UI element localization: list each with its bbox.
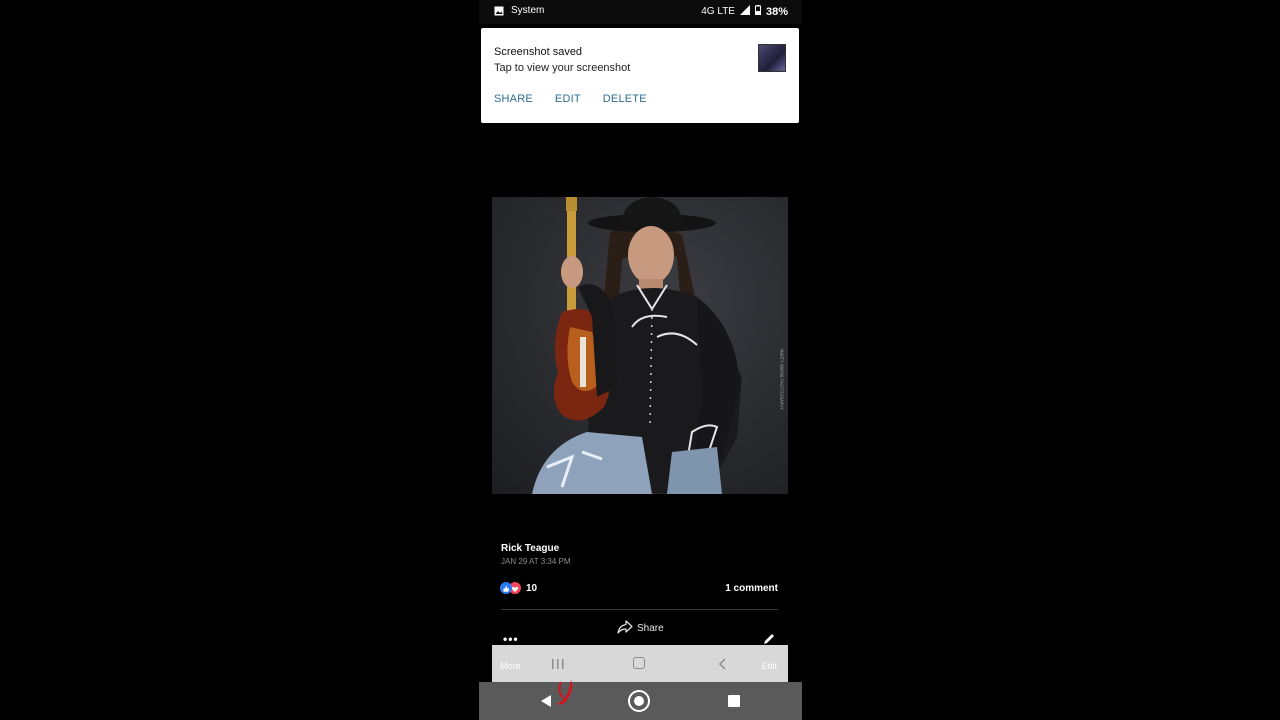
recents-lines-icon[interactable] bbox=[551, 657, 565, 669]
post-timestamp: JAN 29 AT 3:34 PM bbox=[501, 557, 571, 566]
photo-watermark: MARTY WAYNE PHOTOGRAPHY bbox=[779, 349, 784, 410]
share-button[interactable]: Share bbox=[617, 620, 664, 637]
like-reaction-icon bbox=[500, 582, 512, 594]
share-action-button[interactable]: SHARE bbox=[494, 93, 533, 105]
status-app-label: System bbox=[511, 5, 545, 16]
reactions-summary[interactable]: 10 bbox=[500, 582, 537, 594]
reaction-count: 10 bbox=[526, 582, 538, 594]
share-label: Share bbox=[637, 623, 664, 634]
home-circle-icon[interactable] bbox=[628, 690, 650, 712]
status-right: 4G LTE 38% bbox=[701, 5, 788, 18]
back-chevron-icon[interactable] bbox=[718, 657, 728, 670]
back-triangle-icon[interactable] bbox=[539, 694, 553, 708]
notification-title: Screenshot saved bbox=[494, 46, 583, 58]
red-swoosh-logo-icon bbox=[553, 678, 577, 708]
system-navigation-bar bbox=[479, 682, 802, 720]
battery-icon bbox=[754, 5, 761, 18]
phone-screen: System 4G LTE 38% Screenshot saved Tap t… bbox=[479, 0, 802, 720]
signal-icon bbox=[739, 5, 750, 18]
battery-percent: 38% bbox=[765, 5, 788, 18]
pencil-icon[interactable] bbox=[762, 632, 776, 646]
notification-actions: SHARE EDIT DELETE bbox=[494, 93, 647, 105]
post-author[interactable]: Rick Teague bbox=[501, 543, 559, 554]
notification-subtitle: Tap to view your screenshot bbox=[494, 62, 631, 74]
screenshot-notification[interactable]: Screenshot saved Tap to view your screen… bbox=[481, 28, 799, 123]
more-dots-icon[interactable]: ••• bbox=[503, 632, 519, 646]
edit-action-button[interactable]: EDIT bbox=[555, 93, 581, 105]
share-arrow-icon bbox=[617, 620, 633, 637]
network-label: 4G LTE bbox=[701, 6, 735, 17]
screenshot-thumbnail[interactable] bbox=[758, 44, 786, 72]
comment-count[interactable]: 1 comment bbox=[725, 583, 778, 594]
post-divider bbox=[501, 609, 778, 610]
inner-navigation-bar: More Edit bbox=[492, 645, 788, 682]
status-bar: System 4G LTE 38% bbox=[479, 0, 802, 24]
more-label[interactable]: More bbox=[500, 661, 521, 671]
delete-action-button[interactable]: DELETE bbox=[603, 93, 647, 105]
edit-label[interactable]: Edit bbox=[761, 661, 777, 671]
recent-apps-icon[interactable] bbox=[728, 695, 740, 707]
home-square-icon[interactable] bbox=[633, 657, 645, 669]
photo-illustration: MARTY WAYNE PHOTOGRAPHY bbox=[532, 197, 784, 494]
post-photo[interactable]: MARTY WAYNE PHOTOGRAPHY bbox=[492, 197, 788, 494]
status-left: System bbox=[494, 5, 544, 16]
image-icon bbox=[494, 6, 504, 16]
